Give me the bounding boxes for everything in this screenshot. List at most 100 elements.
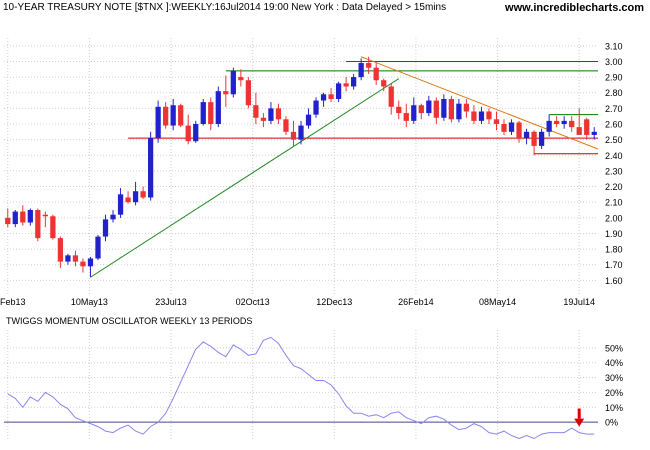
candle-body-down [275, 108, 282, 120]
candle-body-down [290, 131, 297, 140]
candle-body-down [471, 111, 477, 121]
candle [42, 211, 48, 228]
candle [561, 116, 567, 129]
date-tick-label: 12Dec13 [316, 297, 352, 307]
candle-body-up [147, 138, 154, 198]
chart-title: 10-YEAR TREASURY NOTE [$TNX ]:WEEKLY:16J… [3, 2, 447, 13]
candle [313, 97, 319, 118]
candle-body-down [42, 214, 48, 217]
price-tick-label: 2.70 [605, 104, 623, 114]
candle-body-up [508, 122, 515, 132]
candle [5, 208, 11, 228]
price-tick-label: 1.90 [605, 229, 623, 239]
oscillator-tick-label: 40% [605, 358, 623, 368]
candle [268, 102, 274, 124]
candle-body-down [366, 63, 372, 68]
candle-body-up [561, 120, 567, 124]
candle-body-up [87, 258, 94, 267]
candle-body-down [57, 238, 64, 262]
candle-body-down [418, 105, 424, 114]
candle-body-up [95, 236, 101, 259]
date-tick-label: 02Oct13 [236, 297, 270, 307]
candle [305, 108, 312, 129]
candle-body-up [298, 125, 304, 140]
candle [117, 188, 124, 218]
date-tick-label: 19Jul14 [563, 297, 595, 307]
date-tick-label: 10May13 [71, 297, 108, 307]
candle-body-down [260, 117, 267, 121]
price-tick-label: 1.80 [605, 245, 623, 255]
oscillator-grid [4, 330, 598, 440]
candle-body-up [132, 191, 139, 203]
candle [147, 131, 154, 201]
candle-body-down [554, 120, 560, 124]
candle-body-up [335, 83, 342, 99]
candle [35, 208, 41, 242]
candle [223, 75, 229, 107]
date-x-axis: 28Feb13 10May13 23Jul13 02Oct13 12Dec13 26Feb… [0, 297, 595, 307]
candle-body-down [373, 67, 379, 81]
candle [27, 208, 33, 226]
price-tick-label: 3.10 [605, 41, 623, 51]
candle [546, 114, 552, 137]
oscillator-title: TWIGGS MOMENTUM OSCILLATOR WEEKLY 13 PER… [6, 316, 253, 326]
candle [373, 63, 379, 85]
candle-body-up [170, 105, 176, 126]
trendlines [90, 56, 599, 278]
candle-body-up [426, 100, 432, 114]
date-tick-label: 26Feb14 [398, 297, 434, 307]
site-url: www.incrediblecharts.com [505, 2, 644, 14]
candle-body-down [20, 211, 26, 223]
price-tick-label: 2.20 [605, 182, 623, 192]
candle [245, 77, 251, 109]
date-tick-label: 28Feb13 [0, 297, 26, 307]
candle [170, 98, 176, 131]
candle [426, 95, 432, 117]
candle [493, 111, 500, 131]
candles [5, 56, 597, 278]
candle-body-down [486, 111, 492, 120]
candle [95, 235, 101, 261]
candle-body-down [448, 98, 455, 120]
oscillator-tick-label: 50% [605, 343, 623, 353]
candle-body-down [72, 255, 79, 262]
candle-body-up [305, 114, 312, 126]
price-tick-label: 1.60 [605, 276, 623, 286]
candle-body-up [102, 219, 109, 237]
candle-body-down [328, 94, 334, 99]
candle-body-down [501, 124, 507, 132]
price-tick-label: 3.00 [605, 57, 623, 67]
price-tick-label: 2.00 [605, 213, 623, 223]
candle-body-up [155, 106, 161, 139]
candle-body-down [125, 197, 131, 203]
candle [72, 250, 79, 267]
candle-body-up [358, 63, 364, 78]
candle-body-down [208, 102, 214, 124]
candle [215, 86, 221, 128]
candle [441, 94, 447, 121]
oscillator-line [7, 336, 595, 440]
candle [584, 117, 590, 140]
candle-body-up [65, 255, 71, 262]
candle [320, 92, 327, 107]
candle-body-up [268, 108, 274, 121]
candle-body-up [456, 103, 462, 120]
candle [87, 256, 94, 278]
candle-body-up [193, 124, 199, 142]
candle [230, 67, 236, 98]
candle-body-up [12, 211, 18, 225]
chart-canvas: 3.10 3.00 2.90 2.80 2.70 2.60 2.50 2.40 2.30 2.20… [0, 38, 623, 440]
candle-body-down [569, 120, 575, 128]
candle-body-down [381, 80, 387, 87]
candle [463, 98, 470, 118]
candle [65, 253, 71, 265]
candle-body-down [463, 103, 470, 112]
candle-body-up [546, 120, 552, 132]
candle [523, 128, 530, 145]
candle-body-down [531, 131, 537, 146]
candle-body-up [478, 111, 485, 121]
price-grid [4, 38, 598, 296]
price-tick-label: 1.70 [605, 260, 623, 270]
candle [343, 77, 349, 92]
candle-body-down [245, 80, 251, 106]
